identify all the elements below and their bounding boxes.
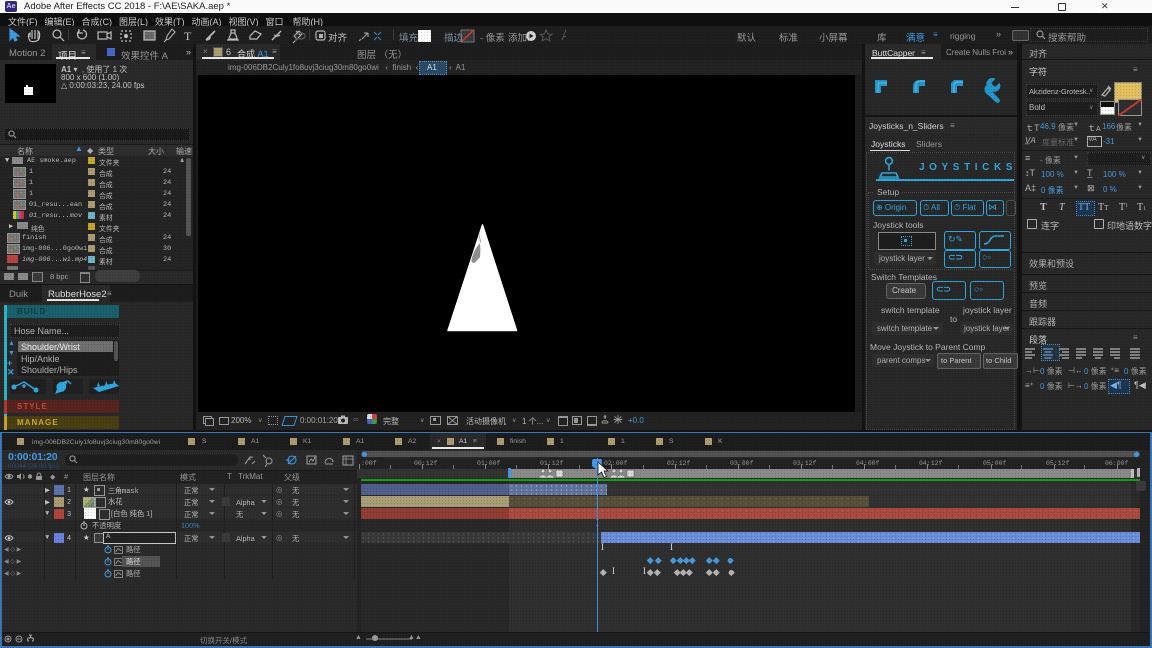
svg-text:T: T bbox=[184, 29, 192, 43]
